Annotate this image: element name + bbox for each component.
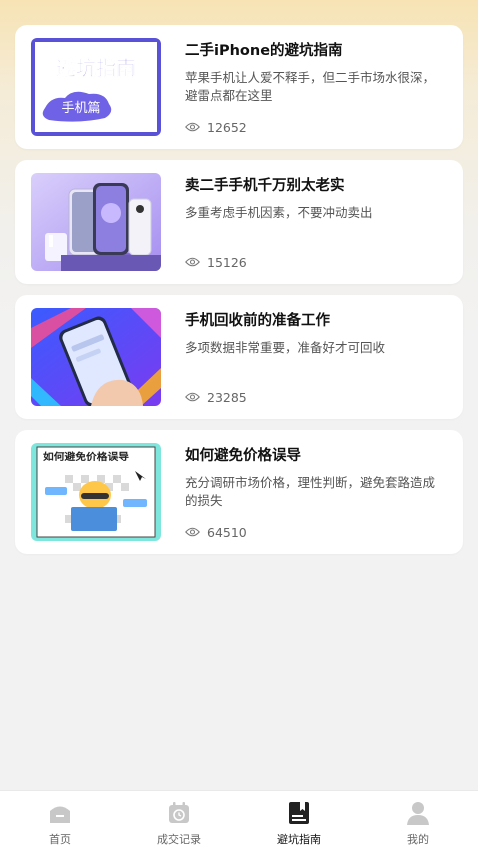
article-views: 64510 [185,524,247,540]
article-view-count: 15126 [207,254,247,270]
tab-home[interactable]: 首页 [0,791,120,851]
thumb-title-text: 避坑指南 [56,56,136,80]
article-card[interactable]: 避坑指南 手机篇 二手iPhone的避坑指南 苹果手机让人爱不释手，但二手市场水… [15,25,463,149]
article-title: 二手iPhone的避坑指南 [185,43,343,59]
article-list: 避坑指南 手机篇 二手iPhone的避坑指南 苹果手机让人爱不释手，但二手市场水… [15,25,463,565]
guide-book-icon [286,800,312,826]
user-icon [405,800,431,826]
article-view-count: 12652 [207,119,247,135]
tab-profile[interactable]: 我的 [358,791,478,851]
bottom-tab-bar: 首页 成交记录 避坑指南 我的 [0,790,478,851]
article-description: 充分调研市场价格，理性判断，避免套路造成的损失 [185,475,436,508]
price-misleading-image: 如何避免价格误导 [31,443,161,541]
guide-cover-image: 避坑指南 手机篇 [31,38,161,136]
article-card[interactable]: 手机回收前的准备工作 多项数据非常重要，准备好才可回收 23285 [15,295,463,419]
article-thumbnail: 如何避免价格误导 [31,443,161,541]
eye-icon [185,257,200,267]
eye-icon [185,122,200,132]
article-thumbnail [31,308,161,406]
tab-label: 我的 [407,833,429,846]
article-views: 15126 [185,254,247,270]
article-title: 卖二手手机千万别太老实 [185,178,345,194]
article-view-count: 23285 [207,389,247,405]
article-description: 多项数据非常重要，准备好才可回收 [185,340,386,355]
tab-label: 避坑指南 [277,833,321,846]
article-view-count: 64510 [207,524,247,540]
eye-icon [185,392,200,402]
tab-label: 成交记录 [157,833,201,846]
article-views: 23285 [185,389,247,405]
article-title: 如何避免价格误导 [185,448,301,464]
article-thumbnail: 避坑指南 手机篇 [31,38,161,136]
thumb-title-text: 如何避免价格误导 [43,451,130,463]
tab-label: 首页 [49,833,71,846]
article-views: 12652 [185,119,247,135]
eye-icon [185,527,200,537]
tab-transactions[interactable]: 成交记录 [119,791,239,851]
article-thumbnail [31,173,161,271]
article-card[interactable]: 卖二手手机千万别太老实 多重考虑手机因素，不要冲动卖出 15126 [15,160,463,284]
article-card[interactable]: 如何避免价格误导 如何避免价格误导 充分调研市场价格，理性判断，避免套路造成的损… [15,430,463,554]
article-description: 苹果手机让人爱不释手，但二手市场水很深，避雷点都在这里 [185,70,436,103]
phones-product-image [31,173,161,271]
hand-holding-phone-image [31,308,161,406]
article-description: 多重考虑手机因素，不要冲动卖出 [185,205,373,220]
tab-guide[interactable]: 避坑指南 [239,791,359,851]
calendar-clock-icon [166,800,192,826]
status-bar [0,0,478,8]
home-icon [47,800,73,826]
thumb-subtitle-text: 手机篇 [61,101,100,116]
article-title: 手机回收前的准备工作 [185,313,330,329]
